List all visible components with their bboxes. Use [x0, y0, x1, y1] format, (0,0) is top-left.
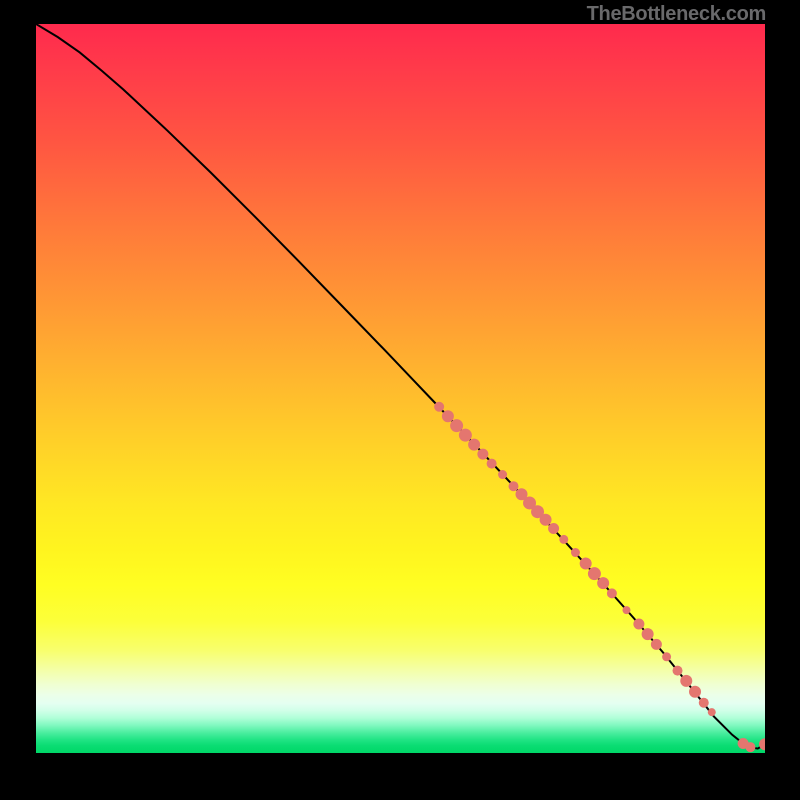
data-point: [548, 523, 559, 534]
data-point: [699, 698, 709, 708]
data-point: [559, 535, 568, 544]
plot-area: [36, 24, 765, 753]
data-point: [442, 410, 454, 422]
data-point: [434, 402, 444, 412]
data-point: [745, 742, 755, 752]
data-point: [642, 628, 654, 640]
data-point: [540, 514, 552, 526]
data-point: [468, 439, 480, 451]
data-point: [597, 577, 609, 589]
data-point: [680, 675, 692, 687]
data-point: [622, 606, 630, 614]
data-point: [580, 557, 592, 569]
data-point: [633, 618, 644, 629]
data-point: [607, 588, 617, 598]
data-point: [571, 548, 580, 557]
data-point: [487, 459, 497, 469]
data-point: [588, 567, 601, 580]
data-point: [509, 481, 519, 491]
data-point: [673, 666, 683, 676]
attribution-label: TheBottleneck.com: [587, 3, 766, 26]
data-point: [662, 652, 671, 661]
data-point: [708, 708, 716, 716]
chart-svg: [36, 24, 765, 753]
data-point: [477, 449, 488, 460]
chart-stage: TheBottleneck.com: [0, 0, 800, 800]
data-point: [651, 639, 662, 650]
data-point: [689, 686, 701, 698]
data-point: [498, 470, 507, 479]
data-points-group: [434, 402, 765, 752]
data-point: [459, 429, 472, 442]
